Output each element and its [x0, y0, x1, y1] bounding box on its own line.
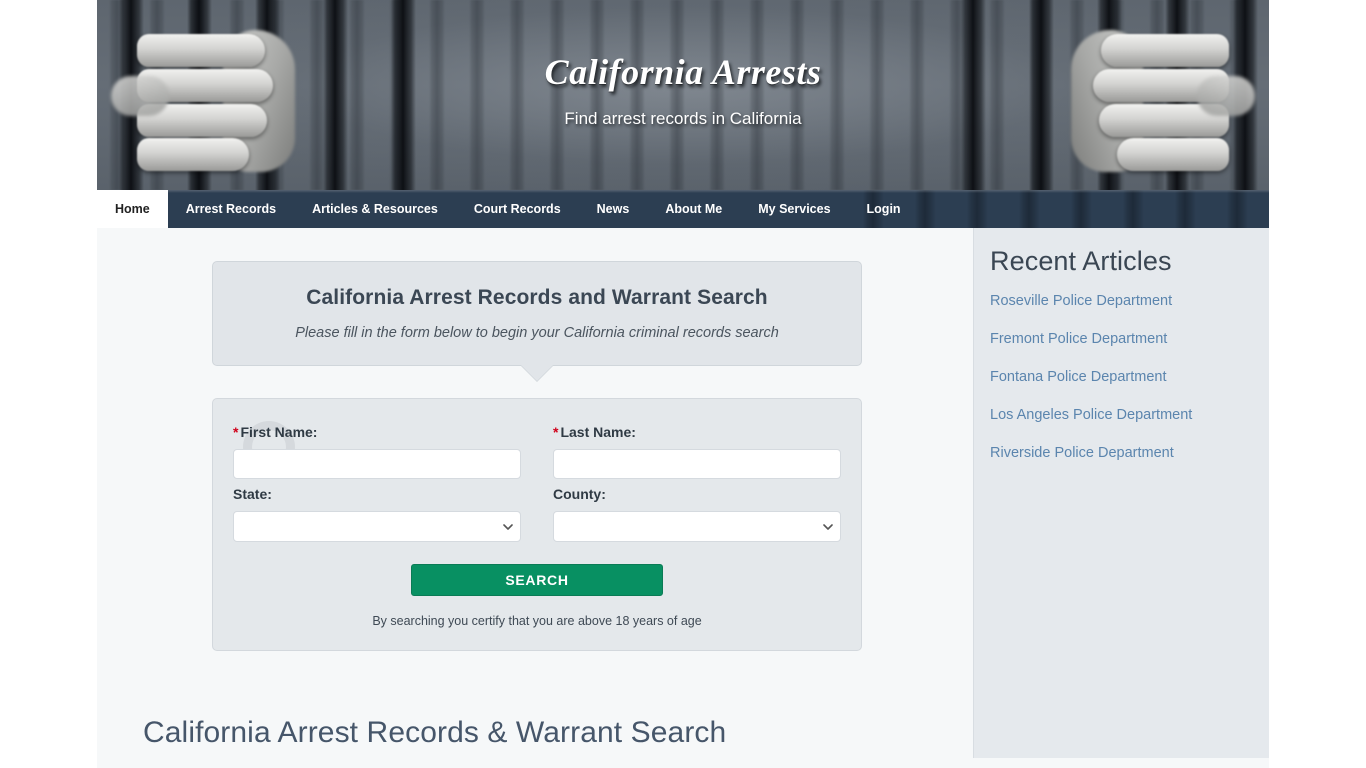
last-name-field-group: * Last Name: [553, 417, 841, 479]
recent-articles-list: Roseville Police Department Fremont Polic… [990, 293, 1269, 461]
county-select-wrapper [553, 511, 841, 542]
first-name-field-group: * First Name: [233, 417, 521, 479]
arrest-search-form: * First Name: * Last Name: State: County… [212, 398, 862, 651]
callout-heading: California Arrest Records and Warrant Se… [306, 286, 768, 309]
sidebar-article-link[interactable]: Roseville Police Department [990, 293, 1269, 309]
nav-item-arrest-records[interactable]: Arrest Records [168, 190, 294, 228]
site-title: California Arrests [544, 52, 822, 92]
search-button[interactable]: SEARCH [411, 564, 663, 596]
location-field-row: State: County: [233, 479, 841, 542]
first-name-input[interactable] [233, 449, 521, 479]
nav-item-news[interactable]: News [579, 190, 648, 228]
page-title: California Arrest Records & Warrant Sear… [143, 716, 727, 749]
name-field-row: * First Name: * Last Name: [233, 417, 841, 479]
nav-item-login[interactable]: Login [849, 190, 919, 228]
required-asterisk-icon: * [553, 424, 559, 440]
state-select-wrapper [233, 511, 521, 542]
required-asterisk-icon: * [233, 424, 239, 440]
nav-item-home[interactable]: Home [97, 190, 168, 228]
main-navigation: Home Arrest Records Articles & Resources Co… [97, 190, 1269, 228]
county-label: County: [553, 486, 606, 502]
last-name-input[interactable] [553, 449, 841, 479]
sidebar-article-link[interactable]: Fremont Police Department [990, 331, 1269, 347]
search-button-wrapper: SEARCH [233, 564, 841, 596]
sidebar-article-link[interactable]: Fontana Police Department [990, 369, 1269, 385]
nav-item-about-me[interactable]: About Me [647, 190, 740, 228]
main-column: California Arrest Records and Warrant Se… [97, 228, 973, 758]
first-name-label: * First Name: [233, 424, 521, 440]
state-label: State: [233, 486, 272, 502]
nav-item-articles-resources[interactable]: Articles & Resources [294, 190, 456, 228]
content-wrapper: California Arrest Records and Warrant Se… [97, 228, 1269, 758]
sidebar-title: Recent Articles [990, 246, 1172, 276]
sidebar: Recent Articles Roseville Police Departm… [973, 228, 1269, 758]
site-banner: California Arrests Find arrest records i… [97, 0, 1269, 190]
callout-subheading: Please fill in the form below to begin y… [295, 325, 779, 341]
site-shell: California Arrests Find arrest records i… [97, 0, 1269, 768]
last-name-label: * Last Name: [553, 424, 841, 440]
banner-text-block: California Arrests Find arrest records i… [97, 52, 1269, 129]
county-select[interactable] [553, 511, 841, 542]
state-select[interactable] [233, 511, 521, 542]
state-field-group: State: [233, 479, 521, 542]
first-name-label-text: First Name: [240, 424, 318, 440]
nav-item-my-services[interactable]: My Services [740, 190, 848, 228]
search-callout-box: California Arrest Records and Warrant Se… [212, 261, 862, 381]
finger-shape [1117, 138, 1229, 171]
site-tagline: Find arrest records in California [564, 109, 802, 129]
callout-tail-triangle [521, 365, 553, 381]
last-name-label-text: Last Name: [560, 424, 636, 440]
sidebar-article-link[interactable]: Los Angeles Police Department [990, 407, 1269, 423]
finger-shape [137, 138, 249, 171]
nav-item-court-records[interactable]: Court Records [456, 190, 579, 228]
age-disclaimer: By searching you certify that you are ab… [372, 614, 702, 628]
sidebar-article-link[interactable]: Riverside Police Department [990, 445, 1269, 461]
page-root: California Arrests Find arrest records i… [0, 0, 1366, 768]
county-field-group: County: [553, 479, 841, 542]
